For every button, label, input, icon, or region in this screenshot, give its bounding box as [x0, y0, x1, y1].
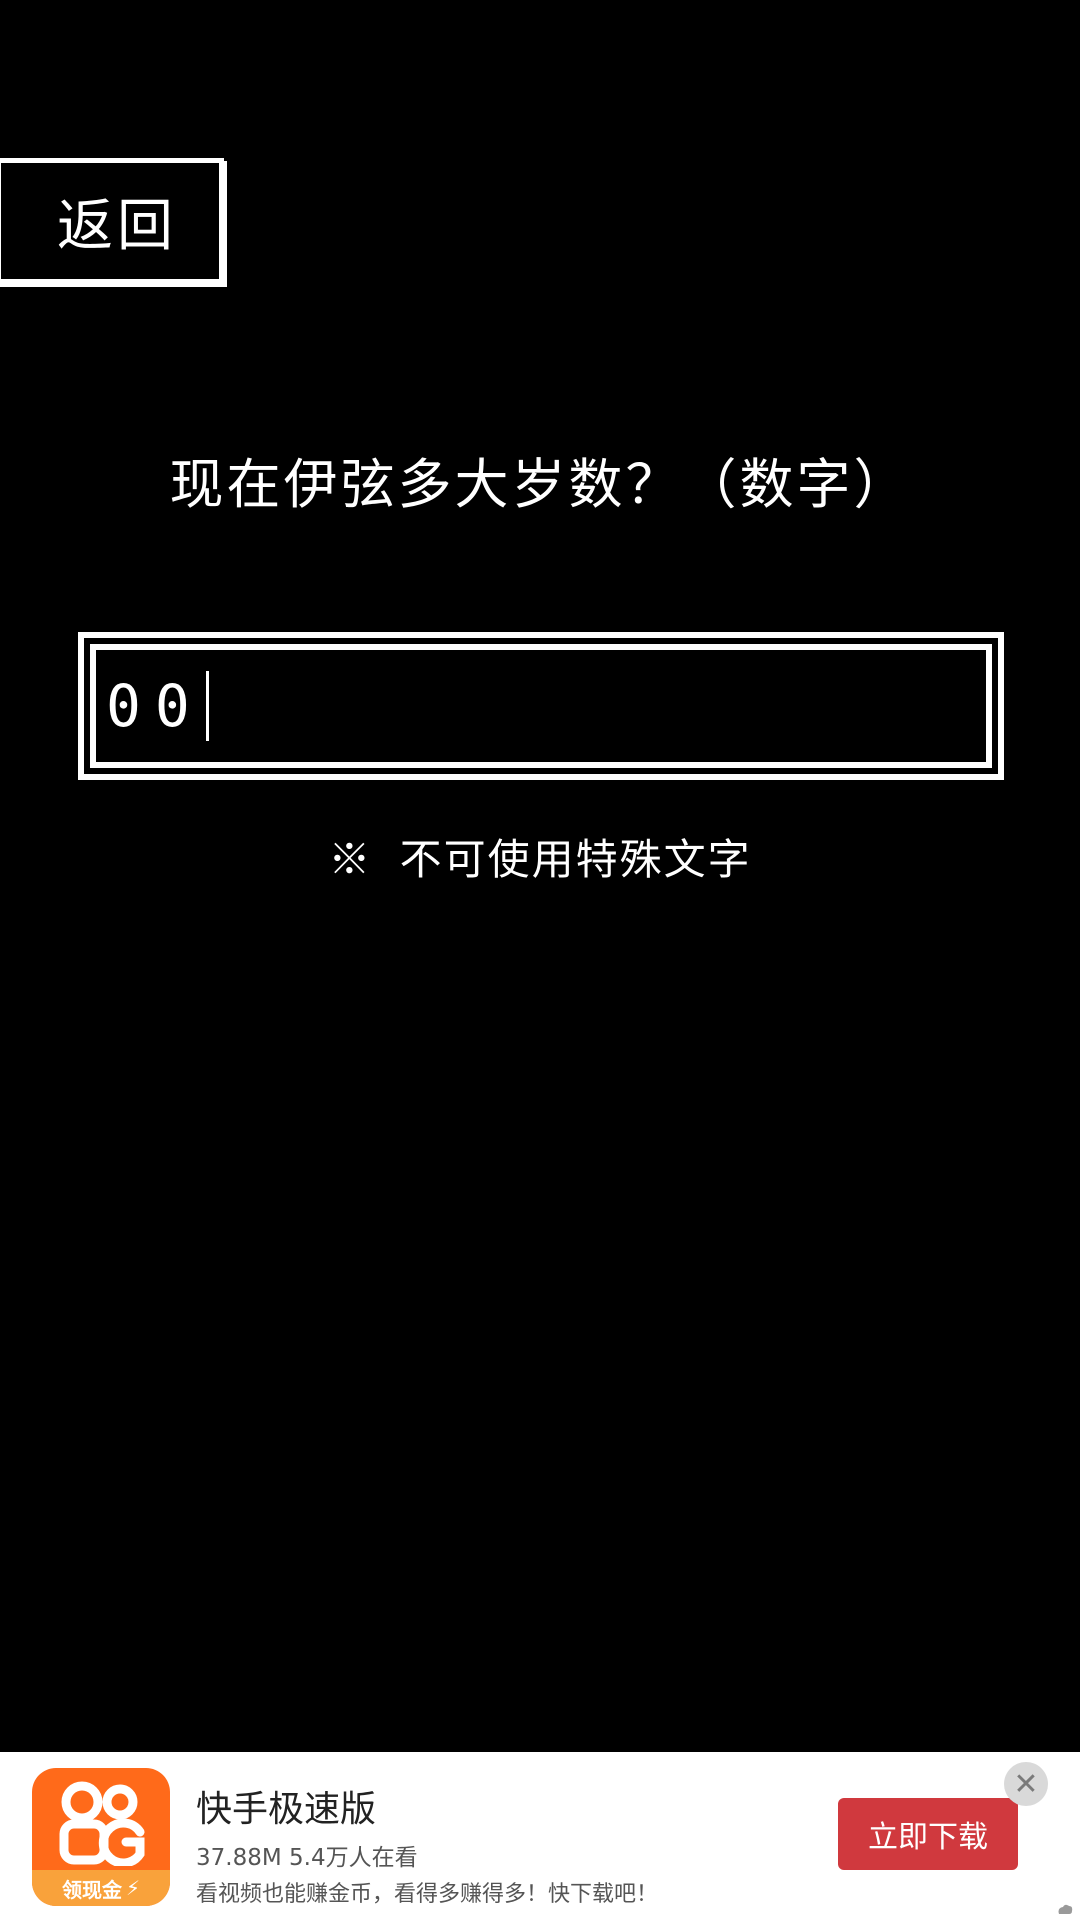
ad-description: 看视频也能赚金币，看得多赚得多！快下载吧！: [196, 1882, 659, 1907]
close-icon: ✕: [1013, 1766, 1039, 1802]
logo-caption-strip: 领现金 ⚡: [32, 1870, 170, 1906]
ad-source-icon: [1058, 1904, 1073, 1914]
download-button[interactable]: 立即下载: [838, 1798, 1018, 1870]
close-ad-button[interactable]: ✕: [1004, 1762, 1048, 1806]
app-logo[interactable]: 领现金 ⚡: [32, 1768, 170, 1906]
logo-caption: 领现金: [61, 1877, 122, 1902]
back-button[interactable]: 返回: [0, 158, 224, 284]
ad-title: 快手极速版: [196, 1789, 377, 1830]
answer-input[interactable]: 00: [106, 672, 204, 740]
ad-banner[interactable]: 领现金 ⚡ 快手极速版 37.88M 5.4万人在看 看视频也能赚金币，看得多赚…: [0, 1752, 1080, 1920]
back-button-label: 返回: [57, 193, 177, 259]
answer-input-frame: 00: [78, 632, 1004, 780]
text-caret: [205, 671, 209, 741]
ad-meta: 37.88M 5.4万人在看: [196, 1845, 418, 1871]
bolt-icon: ⚡: [125, 1877, 141, 1900]
hint-text: ※ 不可使用特殊文字: [328, 835, 752, 884]
camera-logo-icon: [59, 1781, 145, 1866]
answer-input-box[interactable]: 00: [90, 644, 992, 768]
question-text: 现在伊弦多大岁数？（数字）: [169, 453, 911, 516]
